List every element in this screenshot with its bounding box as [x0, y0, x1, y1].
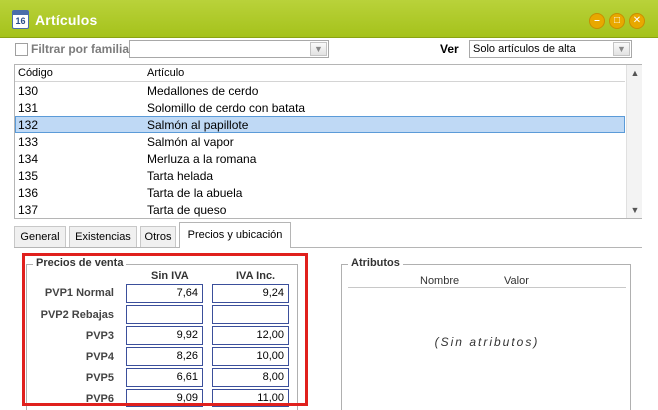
tab-existencias[interactable]: Existencias — [69, 226, 137, 247]
list-item[interactable]: 134 Merluza a la romana — [15, 150, 625, 167]
tab-otros[interactable]: Otros — [140, 226, 176, 247]
item-article: Merluza a la romana — [147, 152, 257, 166]
ver-label: Ver — [440, 42, 459, 56]
column-header-nombre[interactable]: Nombre — [420, 275, 459, 287]
chevron-down-icon[interactable]: ▼ — [613, 42, 630, 56]
item-code: 133 — [18, 135, 39, 149]
tab-precios-ubicacion[interactable]: Precios y ubicación — [179, 222, 291, 248]
list-item[interactable]: 136 Tarta de la abuela — [15, 184, 625, 201]
list-item[interactable]: 137 Tarta de queso — [15, 201, 625, 218]
item-code: 137 — [18, 203, 39, 217]
maximize-icon: □ — [613, 15, 621, 26]
column-header-valor[interactable]: Valor — [504, 275, 529, 287]
item-article: Salmón al vapor — [147, 135, 234, 149]
list-item[interactable]: 130 Medallones de cerdo — [15, 82, 625, 99]
ver-select[interactable]: Solo artículos de alta ▼ — [469, 40, 632, 58]
item-code: 135 — [18, 169, 39, 183]
item-article: Solomillo de cerdo con batata — [147, 101, 306, 115]
list-item[interactable]: 135 Tarta helada — [15, 167, 625, 184]
scroll-up-icon[interactable]: ▲ — [629, 67, 641, 79]
tab-general[interactable]: General — [14, 226, 66, 247]
filter-family-checkbox[interactable] — [15, 43, 28, 56]
item-article: Tarta de queso — [147, 203, 227, 217]
highlight-annotation-box — [22, 253, 308, 406]
title-bar: 16 Artículos – □ ✕ — [0, 0, 658, 38]
column-header-code[interactable]: Código — [18, 67, 53, 79]
column-header-article[interactable]: Artículo — [147, 67, 184, 79]
list-header: Código Artículo — [15, 65, 625, 82]
ver-select-value: Solo artículos de alta — [473, 43, 576, 55]
chevron-down-icon[interactable]: ▼ — [310, 42, 327, 56]
item-code: 130 — [18, 84, 39, 98]
list-item[interactable]: 133 Salmón al vapor — [15, 133, 625, 150]
articles-list[interactable]: Código Artículo 130 Medallones de cerdo … — [14, 64, 642, 219]
list-item-selected[interactable]: 132 Salmón al papillote — [15, 116, 625, 133]
list-scrollbar[interactable]: ▲ ▼ — [626, 65, 642, 218]
item-article: Tarta helada — [147, 169, 214, 183]
scroll-down-icon[interactable]: ▼ — [629, 204, 641, 216]
item-code: 132 — [18, 118, 39, 132]
family-select[interactable]: ▼ — [129, 40, 329, 58]
calendar-app-icon: 16 — [12, 10, 29, 29]
atributos-empty-text: (Sin atributos) — [434, 335, 540, 349]
item-article: Salmón al papillote — [147, 118, 249, 132]
list-item[interactable]: 131 Solomillo de cerdo con batata — [15, 99, 625, 116]
filter-family-label: Filtrar por familia — [31, 42, 130, 56]
maximize-button[interactable]: □ — [609, 13, 625, 29]
item-article: Tarta de la abuela — [147, 186, 243, 200]
atributos-title: Atributos — [348, 257, 403, 269]
item-code: 136 — [18, 186, 39, 200]
item-code: 131 — [18, 101, 39, 115]
window-title: Artículos — [35, 12, 98, 28]
minimize-button[interactable]: – — [589, 13, 605, 29]
item-article: Medallones de cerdo — [147, 84, 259, 98]
item-code: 134 — [18, 152, 39, 166]
close-button[interactable]: ✕ — [629, 13, 645, 29]
minimize-icon: – — [594, 15, 600, 26]
close-icon: ✕ — [632, 15, 642, 26]
